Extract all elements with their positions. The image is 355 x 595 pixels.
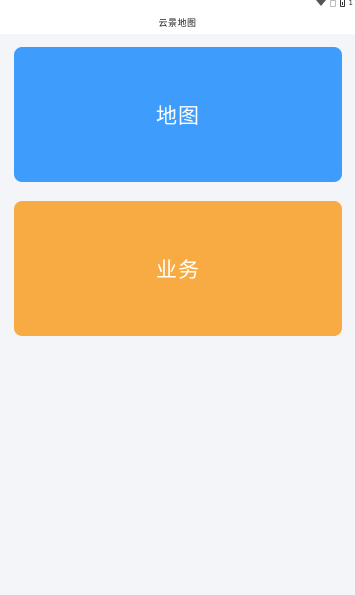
battery-icon xyxy=(339,0,345,7)
page-title: 云景地图 xyxy=(158,18,197,29)
map-tile-button[interactable]: 地图 xyxy=(14,47,342,182)
status-bar: 1 xyxy=(0,0,355,10)
status-time: 1 xyxy=(348,0,353,7)
business-tile-button[interactable]: 业务 xyxy=(14,201,342,336)
status-icons: 1 xyxy=(315,0,353,8)
app-header: 云景地图 xyxy=(0,10,355,34)
map-tile-label: 地图 xyxy=(156,103,200,128)
sim-icon xyxy=(329,0,336,7)
business-tile-label: 业务 xyxy=(156,257,200,282)
wifi-icon xyxy=(315,0,326,6)
main-content: 地图 业务 xyxy=(0,34,355,595)
